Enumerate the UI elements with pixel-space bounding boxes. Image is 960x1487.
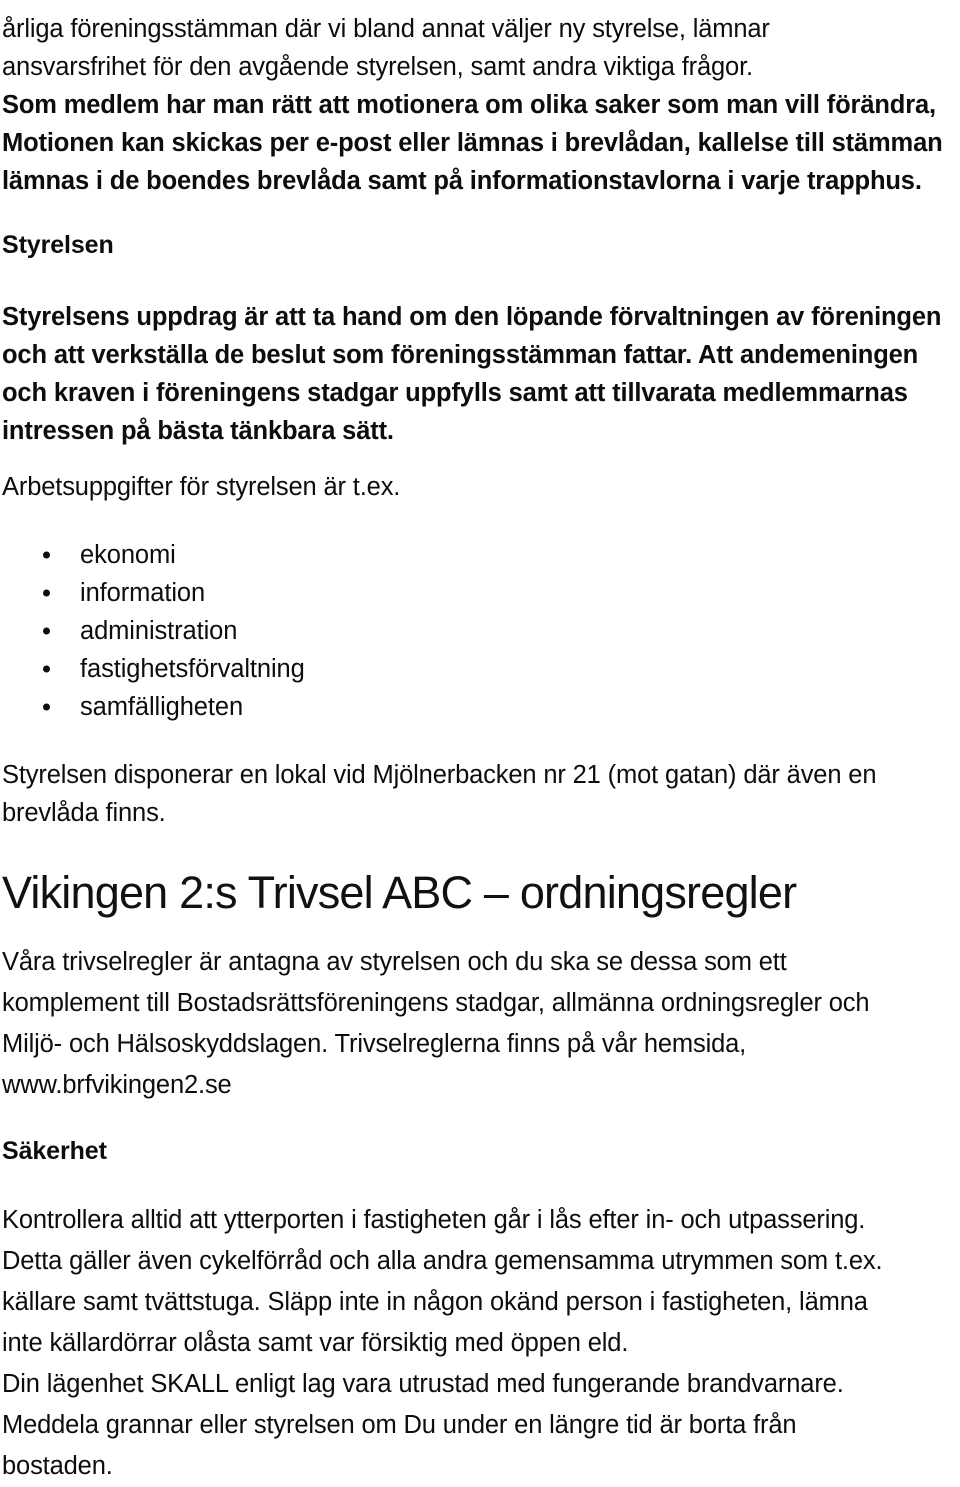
safety-line-3: källare samt tvättstuga. Släpp inte in n… bbox=[2, 1288, 868, 1316]
list-item-label: information bbox=[80, 579, 206, 607]
spacer-before-board-heading bbox=[2, 200, 954, 226]
tasks-intro: Arbetsuppgifter för styrelsen är t.ex. bbox=[2, 468, 954, 506]
motion-line-3: lämnas i de boendes brevlåda samt på inf… bbox=[2, 167, 922, 195]
bullet-dot-icon bbox=[43, 551, 50, 559]
page-title: Vikingen 2:s Trivsel ABC – ordningsregle… bbox=[2, 867, 797, 918]
tasks-bullet-list: ekonomi information administration fasti… bbox=[2, 536, 954, 726]
bullet-dot-icon bbox=[43, 589, 50, 597]
spacer-before-safety-heading bbox=[2, 1106, 954, 1132]
list-item: information bbox=[2, 574, 954, 612]
spacer-before-tasks-intro bbox=[2, 450, 954, 468]
board-line-3: och kraven i föreningens stadgar uppfyll… bbox=[2, 379, 908, 407]
motion-line-1: Som medlem har man rätt att motionera om… bbox=[2, 91, 936, 119]
motion-paragraph: Som medlem har man rätt att motionera om… bbox=[2, 86, 954, 200]
document-page: årliga föreningsstämman där vi bland ann… bbox=[0, 0, 960, 1480]
spacer-before-main-title bbox=[2, 832, 954, 866]
bullet-dot-icon bbox=[43, 627, 50, 635]
safety-line-4: inte källardörrar olåsta samt var försik… bbox=[2, 1329, 629, 1357]
board-paragraph: Styrelsens uppdrag är att ta hand om den… bbox=[2, 298, 954, 450]
premises-paragraph: Styrelsen disponerar en lokal vid Mjölne… bbox=[2, 756, 954, 832]
list-item-label: administration bbox=[80, 617, 238, 645]
premises-line-1: Styrelsen disponerar en lokal vid Mjölne… bbox=[2, 761, 877, 789]
rules-line-2: komplement till Bostadsrättsföreningens … bbox=[2, 989, 870, 1017]
spacer-before-premises bbox=[2, 726, 954, 756]
board-line-1: Styrelsens uppdrag är att ta hand om den… bbox=[2, 303, 942, 331]
rules-line-4: www.brfvikingen2.se bbox=[2, 1071, 232, 1099]
safety-line-2: Detta gäller även cykelförråd och alla a… bbox=[2, 1247, 883, 1275]
safety-line-6: Meddela grannar eller styrelsen om Du un… bbox=[2, 1411, 797, 1439]
list-item: samfälligheten bbox=[2, 688, 954, 726]
spacer-after-main-title bbox=[2, 920, 954, 942]
list-item-label: samfälligheten bbox=[80, 693, 244, 721]
heading-sakerhet: Säkerhet bbox=[2, 1137, 107, 1165]
safety-paragraph: Kontrollera alltid att ytterporten i fas… bbox=[2, 1200, 954, 1487]
safety-line-7: bostaden. bbox=[2, 1452, 113, 1480]
bullet-dot-icon bbox=[43, 665, 50, 673]
list-item-label: fastighetsförvaltning bbox=[80, 655, 305, 683]
board-line-4: intressen på bästa tänkbara sätt. bbox=[2, 417, 394, 445]
heading-styrelsen: Styrelsen bbox=[2, 231, 114, 259]
rules-paragraph: Våra trivselregler är antagna av styrels… bbox=[2, 942, 954, 1106]
safety-line-5: Din lägenhet SKALL enligt lag vara utrus… bbox=[2, 1370, 844, 1398]
intro-line-2: ansvarsfrihet för den avgående styrelsen… bbox=[2, 53, 753, 81]
premises-line-2: brevlåda finns. bbox=[2, 799, 166, 827]
rules-line-3: Miljö- och Hälsoskyddslagen. Trivselregl… bbox=[2, 1030, 747, 1058]
bullet-dot-icon bbox=[43, 703, 50, 711]
intro-paragraph: årliga föreningsstämman där vi bland ann… bbox=[2, 10, 954, 86]
list-item: administration bbox=[2, 612, 954, 650]
intro-line-1: årliga föreningsstämman där vi bland ann… bbox=[2, 15, 770, 43]
motion-line-2: Motionen kan skickas per e-post eller lä… bbox=[2, 129, 943, 157]
list-item: ekonomi bbox=[2, 536, 954, 574]
board-line-2: och att verkställa de beslut som förenin… bbox=[2, 341, 919, 369]
rules-line-1: Våra trivselregler är antagna av styrels… bbox=[2, 948, 787, 976]
spacer-after-safety-heading bbox=[2, 1170, 954, 1200]
safety-line-1: Kontrollera alltid att ytterporten i fas… bbox=[2, 1206, 866, 1234]
spacer-top bbox=[2, 0, 954, 10]
spacer-before-bullets bbox=[2, 506, 954, 536]
list-item: fastighetsförvaltning bbox=[2, 650, 954, 688]
spacer-after-board-heading bbox=[2, 264, 954, 298]
tasks-intro-line: Arbetsuppgifter för styrelsen är t.ex. bbox=[2, 473, 401, 501]
list-item-label: ekonomi bbox=[80, 541, 176, 569]
